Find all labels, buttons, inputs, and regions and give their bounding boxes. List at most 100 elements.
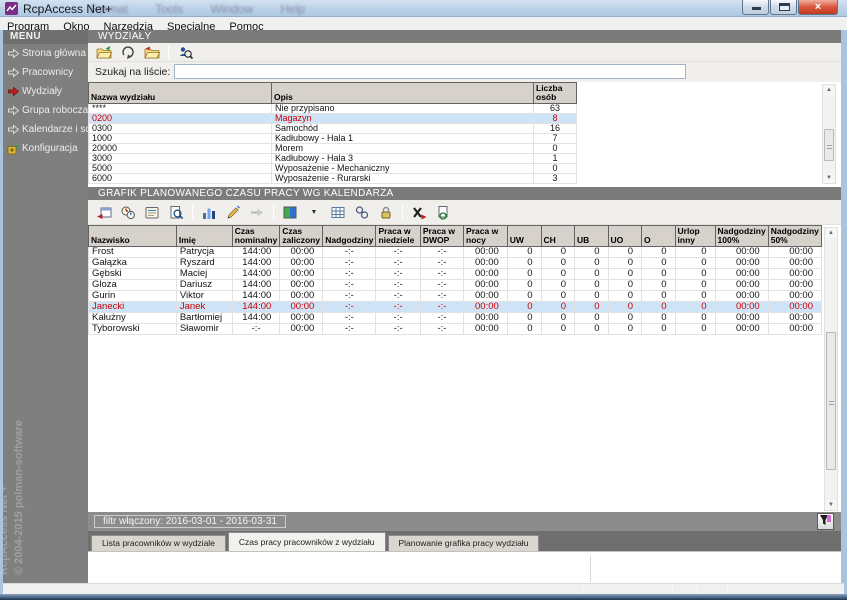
column-header[interactable]: Nazwa wydziału <box>89 83 272 104</box>
title-bar[interactable]: RcpAccess Net+ Format Tools Window Help … <box>0 0 847 17</box>
clock-icon[interactable] <box>117 203 139 221</box>
schedule-scrollbar[interactable]: ▲ ▼ <box>824 227 838 511</box>
gear-icon <box>7 143 22 155</box>
sidebar-item-kalendarze-i-schematy[interactable]: Kalendarze i schematy <box>3 120 88 139</box>
scroll-up-icon[interactable]: ▲ <box>825 228 837 238</box>
cell: 16 <box>534 124 577 134</box>
grid-icon[interactable] <box>327 203 349 221</box>
sidebar: MENU Strona głównaPracownicyWydziałyGrup… <box>3 30 88 583</box>
table-row[interactable]: 5000Wyposażenie - Mechaniczny0 <box>89 164 577 174</box>
cell: 00:00 <box>464 269 508 280</box>
lock-icon[interactable] <box>375 203 397 221</box>
maximize-button[interactable] <box>770 0 797 15</box>
column-header[interactable]: UB <box>575 226 608 247</box>
cell: 00:00 <box>715 291 768 302</box>
table-row[interactable]: 3000Kadłubowy - Hala 31 <box>89 154 577 164</box>
sidebar-item-pracownicy[interactable]: Pracownicy <box>3 63 88 82</box>
cell: 0 <box>608 324 642 335</box>
table-row[interactable]: 1000Kadłubowy - Hala 17 <box>89 134 577 144</box>
column-header[interactable]: CH <box>541 226 574 247</box>
column-header[interactable]: UO <box>608 226 642 247</box>
column-header[interactable]: Praca w nocy <box>464 226 508 247</box>
page-refresh-icon[interactable] <box>432 203 454 221</box>
status-bar <box>3 583 844 594</box>
sidebar-item-grupa-robocza[interactable]: Grupa robocza <box>3 101 88 120</box>
cell: 0 <box>575 269 608 280</box>
cell: 0 <box>534 164 577 174</box>
scroll-up-icon[interactable]: ▲ <box>823 85 835 95</box>
caret-down-icon[interactable]: ▼ <box>303 203 325 221</box>
column-header[interactable]: Liczba osób <box>534 83 577 104</box>
column-header[interactable]: Urlop inny <box>675 226 715 247</box>
bar-chart-icon[interactable] <box>198 203 220 221</box>
cell: Kałużny <box>89 313 177 324</box>
column-header[interactable]: Nadgodziny <box>323 226 376 247</box>
cell: 00:00 <box>464 302 508 313</box>
cell: 5000 <box>89 164 272 174</box>
table-row[interactable]: ****Nie przypisano63 <box>89 104 577 114</box>
cell: 0 <box>608 247 642 258</box>
column-header[interactable]: Opis <box>272 83 534 104</box>
tab-2[interactable]: Czas pracy pracowników z wydziału <box>228 532 386 551</box>
export-grid-icon[interactable] <box>93 203 115 221</box>
table-row[interactable]: TyborowskiSławomir-:-00:00-:--:--:-00:00… <box>89 324 822 335</box>
column-header[interactable]: Czas nominalny <box>232 226 280 247</box>
scroll-down-icon[interactable]: ▼ <box>825 500 837 510</box>
column-header[interactable]: O <box>642 226 675 247</box>
sidebar-item-konfiguracja[interactable]: Konfiguracja <box>3 139 88 158</box>
column-header[interactable]: Nadgodziny 100% <box>715 226 768 247</box>
edit-icon[interactable] <box>222 203 244 221</box>
table-row[interactable]: KałużnyBartłomiej144:0000:00-:--:--:-00:… <box>89 313 822 324</box>
scroll-thumb[interactable] <box>824 129 834 161</box>
redo-icon[interactable] <box>117 43 139 61</box>
tab-1[interactable]: Lista pracowników w wydziale <box>91 535 226 551</box>
cell: 00:00 <box>768 324 821 335</box>
tab-3[interactable]: Planowanie grafika pracy wydziału <box>388 535 540 551</box>
excel-export-icon[interactable] <box>408 203 430 221</box>
move-icon[interactable] <box>246 203 268 221</box>
open-folder-icon[interactable] <box>141 43 163 61</box>
column-header[interactable]: Praca w DWOP <box>420 226 463 247</box>
form-icon[interactable] <box>141 203 163 221</box>
filter-button[interactable] <box>817 513 834 530</box>
column-header[interactable]: Czas zaliczony <box>280 226 323 247</box>
arrow-icon <box>7 67 22 78</box>
copy-cells-icon[interactable] <box>351 203 373 221</box>
table-row[interactable]: 20000Morem0 <box>89 144 577 154</box>
search-input[interactable] <box>174 64 686 79</box>
cell: 00:00 <box>715 247 768 258</box>
table-row[interactable]: 0200Magazyn8 <box>89 114 577 124</box>
cell: 0 <box>507 269 541 280</box>
table-row[interactable]: JaneckiJanek144:0000:00-:--:--:-00:00000… <box>89 302 822 313</box>
cell: 3 <box>534 174 577 184</box>
cell: Morem <box>272 144 534 154</box>
new-folder-icon[interactable] <box>93 43 115 61</box>
find-user-icon[interactable] <box>174 43 196 61</box>
sidebar-items: Strona głównaPracownicyWydziałyGrupa rob… <box>3 44 88 158</box>
scroll-down-icon[interactable]: ▼ <box>823 173 835 183</box>
table-row[interactable]: GębskiMaciej144:0000:00-:--:--:-00:00000… <box>89 269 822 280</box>
cell: 0 <box>675 291 715 302</box>
cell: 0 <box>675 280 715 291</box>
cell: 0 <box>642 291 675 302</box>
table-row[interactable]: 0300Samochód16 <box>89 124 577 134</box>
scroll-thumb[interactable] <box>826 332 836 470</box>
column-header[interactable]: Praca w niedziele <box>376 226 420 247</box>
sidebar-item-wydziały[interactable]: Wydziały <box>3 82 88 101</box>
thumb-grip <box>827 145 832 149</box>
column-header[interactable]: UW <box>507 226 541 247</box>
table-row[interactable]: FrostPatrycja144:0000:00-:--:--:-00:0000… <box>89 247 822 258</box>
minimize-button[interactable] <box>742 0 769 15</box>
close-button[interactable]: × <box>798 0 838 15</box>
column-header[interactable]: Nazwisko <box>89 226 177 247</box>
table-row[interactable]: GlozaDariusz144:0000:00-:--:--:-00:00000… <box>89 280 822 291</box>
column-header[interactable]: Nadgodziny 50% <box>768 226 821 247</box>
search-doc-icon[interactable] <box>165 203 187 221</box>
sidebar-item-strona-główna[interactable]: Strona główna <box>3 44 88 63</box>
palette-icon[interactable] <box>279 203 301 221</box>
table-row[interactable]: GurinViktor144:0000:00-:--:--:-00:000000… <box>89 291 822 302</box>
column-header[interactable]: Imię <box>176 226 232 247</box>
table-row[interactable]: 6000Wyposażenie - Rurarski3 <box>89 174 577 184</box>
table-row[interactable]: GałązkaRyszard144:0000:00-:--:--:-00:000… <box>89 258 822 269</box>
departments-scrollbar[interactable]: ▲ ▼ <box>822 84 836 184</box>
